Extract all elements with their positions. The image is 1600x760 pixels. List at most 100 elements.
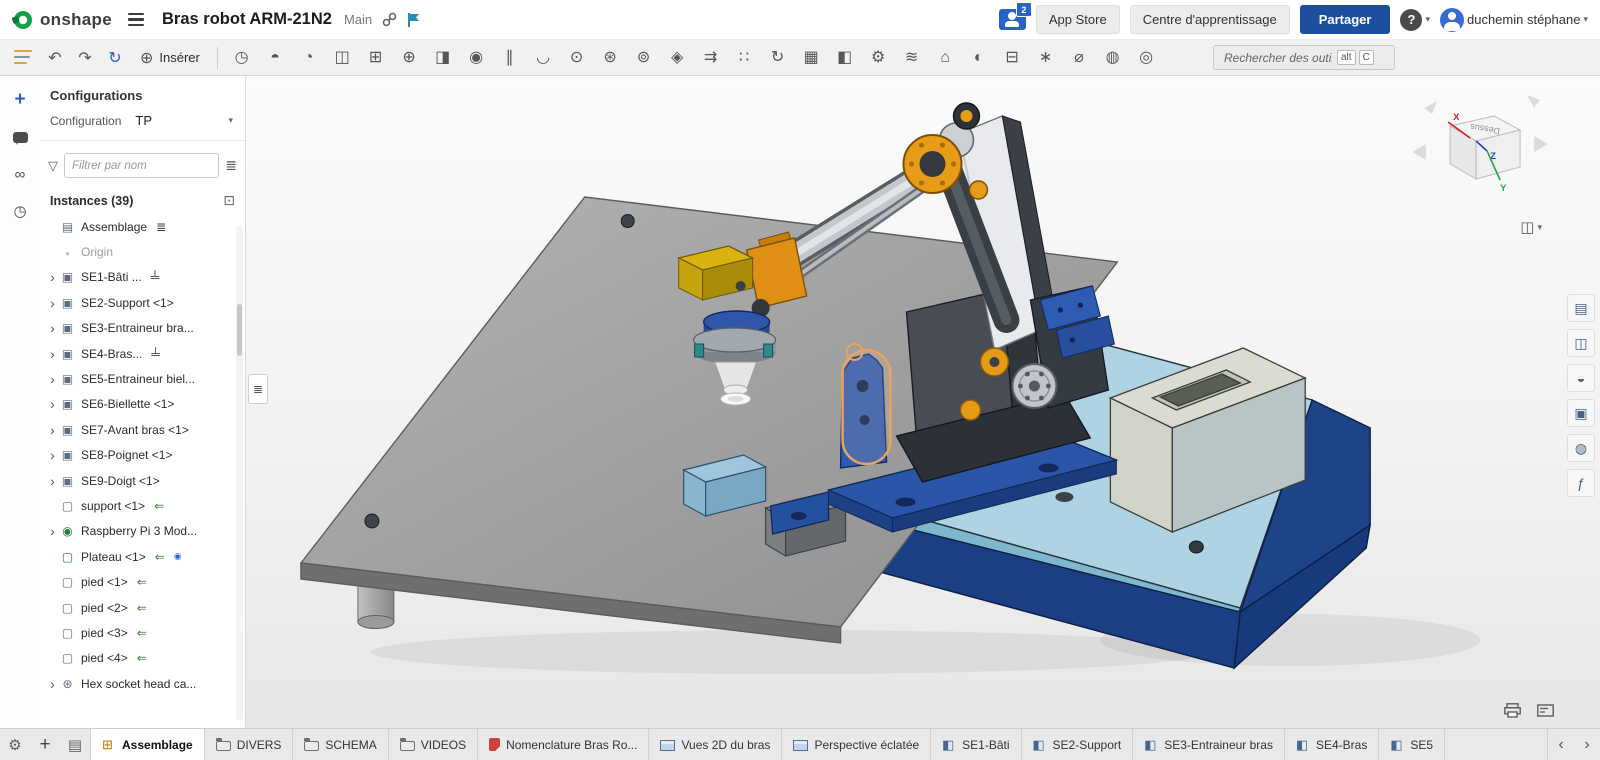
mate-relation-icon[interactable]: ⊚ <box>627 40 661 76</box>
share-users-icon[interactable]: 2 <box>999 9 1026 30</box>
document-tab[interactable]: VIDEOS <box>389 729 478 760</box>
planar-mate-icon[interactable]: ⊞ <box>359 40 393 76</box>
document-tab[interactable]: SE1-Bâti <box>931 729 1021 760</box>
variables-panel-icon[interactable]: ƒ <box>1567 469 1595 497</box>
print-icon[interactable] <box>1504 703 1521 718</box>
panel-scrollbar[interactable] <box>236 226 243 720</box>
measure-icon[interactable]: ⌀ <box>1062 40 1096 76</box>
parallel-mate-icon[interactable]: ∥ <box>493 40 527 76</box>
instance-row[interactable]: SE1-Bâti ... ╧ <box>40 265 245 290</box>
view-cube-arrow-left[interactable] <box>1412 144 1426 160</box>
panel-collapse-handle[interactable]: ≣ <box>248 374 268 404</box>
appearance-panel-icon[interactable]: ◫ <box>1567 329 1595 357</box>
replicate-icon[interactable]: ⇉ <box>694 40 728 76</box>
revolute-mate-icon[interactable]: ◔ <box>292 40 326 76</box>
appearance-icon[interactable]: ◧ <box>828 40 862 76</box>
instance-row[interactable]: pied <4> ⇐ <box>40 646 245 671</box>
expand-chevron-icon[interactable] <box>45 523 60 539</box>
ball-mate-icon[interactable]: ◉ <box>459 40 493 76</box>
tab-manager-icon[interactable]: ▤ <box>60 729 90 760</box>
instance-row[interactable]: SE7-Avant bras <1> <box>40 417 245 442</box>
model-tree-panel-icon[interactable]: ▤ <box>1567 294 1595 322</box>
comments-icon[interactable] <box>9 127 31 147</box>
mate-connector-icon[interactable]: ⊙ <box>560 40 594 76</box>
view-cube-menu[interactable]: ◫▾ <box>1520 218 1542 236</box>
insert-button[interactable]: Insérer <box>130 44 210 72</box>
pin-slot-mate-icon[interactable]: ◨ <box>426 40 460 76</box>
document-tab[interactable]: SE2-Support <box>1022 729 1134 760</box>
expand-chevron-icon[interactable] <box>45 371 60 387</box>
instance-row[interactable]: SE4-Bras... ╧ <box>40 341 245 366</box>
tab-scroll-left-icon[interactable]: ‹ <box>1548 729 1574 760</box>
mass-properties-icon[interactable]: ◍ <box>1096 40 1130 76</box>
expand-chevron-icon[interactable] <box>45 269 60 285</box>
bom-icon[interactable]: ▦ <box>794 40 828 76</box>
section-panel-icon[interactable]: ◒ <box>1567 364 1595 392</box>
instance-row[interactable]: SE2-Support <1> <box>40 290 245 315</box>
instance-row[interactable]: Origin <box>40 239 245 264</box>
filter-input[interactable] <box>64 153 219 178</box>
document-tab[interactable]: Vues 2D du bras <box>649 729 782 760</box>
view-cube[interactable]: Dessus X Z Y <box>1412 95 1548 194</box>
document-tab[interactable]: SE5 <box>1379 729 1445 760</box>
tool-search[interactable]: alt C <box>1213 45 1395 70</box>
update-icon[interactable]: ↻ <box>100 48 130 68</box>
expand-chevron-icon[interactable] <box>45 447 60 463</box>
instance-row[interactable]: Assemblage ≣ <box>40 214 245 239</box>
view-cube-arrow-topleft[interactable] <box>1424 101 1437 114</box>
view-cube-arrow-right[interactable] <box>1534 136 1548 152</box>
create-icon[interactable]: + <box>9 90 31 110</box>
section-view-icon[interactable]: ⊟ <box>995 40 1029 76</box>
document-tab[interactable]: SCHEMA <box>293 729 388 760</box>
help-menu[interactable]: ? ▾ <box>1400 9 1430 31</box>
linear-pattern-icon[interactable]: ∷ <box>727 40 761 76</box>
expand-chevron-icon[interactable] <box>45 295 60 311</box>
exploded-view-icon[interactable]: ∗ <box>1029 40 1063 76</box>
tangent-mate-icon[interactable]: ◡ <box>526 40 560 76</box>
share-button[interactable]: Partager <box>1300 5 1391 34</box>
document-tab[interactable]: SE4-Bras <box>1285 729 1379 760</box>
expand-chevron-icon[interactable] <box>45 320 60 336</box>
hide-show-icon[interactable]: ◎ <box>1129 40 1163 76</box>
workspace-label[interactable]: Main <box>344 12 372 27</box>
insert-to-list-icon[interactable]: ⊡ <box>223 192 235 209</box>
instance-row[interactable]: pied <2> ⇐ <box>40 595 245 620</box>
named-views-icon[interactable]: ⌂ <box>928 40 962 76</box>
add-tab-button[interactable]: + <box>30 729 60 760</box>
expand-chevron-icon[interactable] <box>45 422 60 438</box>
assembly-features-icon[interactable] <box>10 49 38 67</box>
group-icon[interactable]: ⊛ <box>593 40 627 76</box>
snapshot-icon[interactable]: ◈ <box>660 40 694 76</box>
expand-chevron-icon[interactable] <box>45 346 60 362</box>
history-icon[interactable]: ◷ <box>9 201 31 221</box>
link-icon[interactable] <box>382 12 397 27</box>
user-menu[interactable]: duchemin stéphane ▾ <box>1440 8 1588 32</box>
instance-row[interactable]: SE5-Entraineur biel... <box>40 366 245 391</box>
display-states-icon[interactable]: ◐ <box>962 40 996 76</box>
tool-search-input[interactable] <box>1222 50 1334 66</box>
avatar[interactable] <box>1440 8 1464 32</box>
document-tab[interactable]: Assemblage <box>90 729 205 760</box>
instance-row[interactable]: SE3-Entraineur bra... <box>40 316 245 341</box>
redo-icon[interactable]: ↷ <box>70 48 100 68</box>
instance-row[interactable]: Plateau <1> ⇐ ◉ <box>40 544 245 569</box>
filter-icon[interactable]: ▽ <box>48 158 58 174</box>
learning-center-button[interactable]: Centre d'apprentissage <box>1130 5 1290 34</box>
properties-panel-icon[interactable]: ▣ <box>1567 399 1595 427</box>
instance-row[interactable]: support <1> ⇐ <box>40 493 245 518</box>
mate-icon[interactable]: ◷ <box>225 40 259 76</box>
document-tab[interactable]: DIVERS <box>205 729 294 760</box>
3d-scene[interactable]: Dessus X Z Y <box>246 76 1600 728</box>
fastened-mate-icon[interactable]: ◓ <box>258 40 292 76</box>
onshape-logo[interactable]: onshape <box>12 9 112 31</box>
document-tab[interactable]: Perspective éclatée <box>782 729 931 760</box>
instance-row[interactable]: SE6-Biellette <1> <box>40 392 245 417</box>
help-icon[interactable]: ? <box>1400 9 1422 31</box>
configuration-select[interactable]: Configuration TP ▾ <box>40 113 245 141</box>
flag-icon[interactable] <box>407 12 421 28</box>
instance-row[interactable]: pied <3> ⇐ <box>40 620 245 645</box>
instance-row[interactable]: Hex socket head ca... <box>40 671 245 696</box>
main-menu-icon[interactable] <box>128 13 144 26</box>
configuration-value[interactable]: TP <box>135 113 152 128</box>
app-store-button[interactable]: App Store <box>1036 5 1120 34</box>
